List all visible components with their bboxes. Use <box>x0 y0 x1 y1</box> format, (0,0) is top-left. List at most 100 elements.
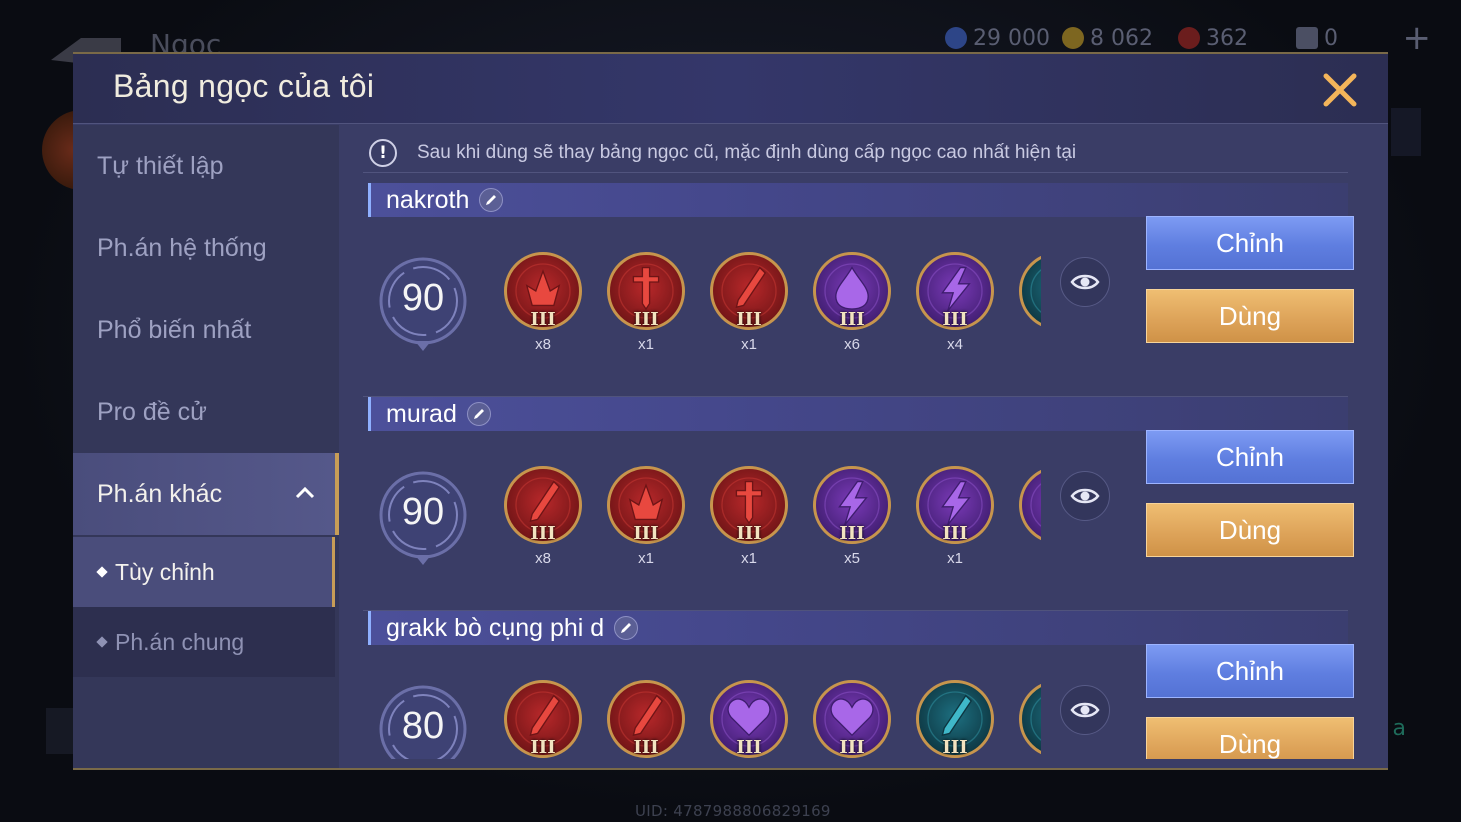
gem-tier: III <box>530 309 556 330</box>
preview-button[interactable] <box>1060 471 1110 521</box>
preview-button[interactable] <box>1060 257 1110 307</box>
edit-preset-button[interactable]: Chỉnh <box>1146 216 1354 270</box>
gem-count: x6 <box>844 336 860 353</box>
rune-gem-red[interactable]: III x1 <box>709 465 791 575</box>
gem-count: x1 <box>638 336 654 353</box>
modal-title: Bảng ngọc của tôi <box>113 68 375 104</box>
sidebar-subitem-custom[interactable]: Tùy chỉnh <box>73 537 335 607</box>
rune-level-value: 80 <box>401 705 445 747</box>
rune-gem-purple[interactable]: III x5 <box>812 465 894 575</box>
gem-tier: III <box>839 309 865 330</box>
blade-rune-icon <box>1019 680 1041 758</box>
resource-value: 362 <box>1206 25 1248 51</box>
rune-gem-purple[interactable]: III <box>709 679 791 759</box>
rune-gem-purple[interactable]: III <box>812 679 894 759</box>
edit-name-button[interactable] <box>479 188 504 212</box>
close-button[interactable] <box>1318 68 1362 112</box>
gem-tier: III <box>530 523 556 544</box>
sidebar-item-label: Ph.án hệ thống <box>97 233 267 262</box>
blue-coin-icon <box>945 27 967 49</box>
rune-gem-red[interactable]: III x1 <box>606 465 688 575</box>
rune-gem-purple[interactable]: III x4 <box>915 251 997 361</box>
rune-gem-teal[interactable]: III <box>915 679 997 759</box>
rune-level-badge: 90 <box>375 469 471 569</box>
sidebar: Tự thiết lập Ph.án hệ thống Phổ biến nhấ… <box>73 125 339 768</box>
gem-tier: III <box>942 523 968 544</box>
gem-count: x5 <box>844 550 860 567</box>
edit-preset-button[interactable]: Chỉnh <box>1146 644 1354 698</box>
use-preset-button[interactable]: Dùng <box>1146 289 1354 343</box>
pencil-icon <box>473 409 484 419</box>
rune-gem-red[interactable]: III <box>503 679 585 759</box>
rune-gem-red[interactable]: III <box>606 679 688 759</box>
bullet-icon <box>96 636 108 648</box>
preset-name: murad <box>386 399 457 428</box>
info-icon: ! <box>369 138 397 167</box>
gem-count: x1 <box>741 336 757 353</box>
sidebar-item-other-plans[interactable]: Ph.án khác <box>73 453 339 535</box>
gem-count: x1 <box>947 550 963 567</box>
rune-level-badge: 80 <box>375 683 471 759</box>
rune-preset: murad 90 III x8 III x1 III x1 III x5 III… <box>363 397 1363 611</box>
gold-coin-icon <box>1062 27 1084 49</box>
resource-value: 29 000 <box>973 25 1050 51</box>
add-icon[interactable]: + <box>1403 18 1432 58</box>
rune-preset: nakroth 90 III x8 III x1 III x1 III x6 I… <box>363 183 1363 397</box>
rune-level-badge: 90 <box>375 255 471 355</box>
rune-gem-row[interactable]: III x8 III x1 <box>503 251 1041 361</box>
resource-blue-coin: 29 000 <box>945 24 1050 52</box>
rune-gem-row[interactable]: III x8 III x1 <box>503 465 1041 575</box>
use-preset-button[interactable]: Dùng <box>1146 503 1354 557</box>
sidebar-item-most-popular[interactable]: Phổ biến nhất <box>73 289 339 371</box>
preset-name: grakk bò cụng phi d <box>386 613 605 642</box>
rune-gem-row[interactable]: III III III III III <box>503 679 1041 759</box>
gem-tier: III <box>633 737 659 758</box>
eye-icon <box>1070 702 1100 718</box>
preview-button[interactable] <box>1060 685 1110 735</box>
gem-tier: III <box>839 523 865 544</box>
preset-name: nakroth <box>386 185 470 214</box>
close-icon <box>1323 73 1357 107</box>
sidebar-item-custom-setup[interactable]: Tự thiết lập <box>73 125 339 207</box>
notice-bar: ! Sau khi dùng sẽ thay bảng ngọc cũ, mặc… <box>363 133 1348 173</box>
rune-gem-red[interactable]: III x1 <box>606 251 688 361</box>
red-gem-icon <box>1178 27 1200 49</box>
rune-gem-teal[interactable] <box>1018 679 1041 759</box>
rune-gem-purple[interactable]: III x1 <box>915 465 997 575</box>
sidebar-subitem-label: Ph.án chung <box>115 628 245 655</box>
preset-header: grakk bò cụng phi d <box>368 611 1348 645</box>
background-panel <box>1391 108 1421 156</box>
rune-level-value: 90 <box>401 491 445 533</box>
rune-gem-red[interactable]: III x8 <box>503 465 585 575</box>
edit-name-button[interactable] <box>614 616 639 640</box>
sidebar-item-pro-recommend[interactable]: Pro đề cử <box>73 371 339 453</box>
rune-gem-purple[interactable]: III x6 <box>812 251 894 361</box>
eye-icon <box>1070 488 1100 504</box>
rune-gem-purple[interactable] <box>1018 465 1041 575</box>
bolt-rune-icon <box>1019 466 1041 544</box>
gem-count: x1 <box>741 550 757 567</box>
preset-header: nakroth <box>368 183 1348 217</box>
resource-value: 0 <box>1324 25 1338 51</box>
rune-page-modal: Bảng ngọc của tôi Tự thiết lập Ph.án hệ … <box>73 52 1388 770</box>
edit-preset-button[interactable]: Chỉnh <box>1146 430 1354 484</box>
use-preset-button[interactable]: Dùng <box>1146 717 1354 759</box>
rune-gem-red[interactable]: III x1 <box>709 251 791 361</box>
preset-list[interactable]: ! Sau khi dùng sẽ thay bảng ngọc cũ, mặc… <box>363 125 1363 759</box>
gem-tier: III <box>942 309 968 330</box>
rune-gem-red[interactable]: III x8 <box>503 251 585 361</box>
notice-text: Sau khi dùng sẽ thay bảng ngọc cũ, mặc đ… <box>417 141 1077 163</box>
gem-count: x8 <box>535 336 551 353</box>
background-text: a <box>1392 716 1406 741</box>
resource-red-gem: 362 <box>1178 24 1248 52</box>
resource-ticket: 0 <box>1296 24 1338 52</box>
gem-tier: III <box>736 523 762 544</box>
sidebar-subitem-label: Tùy chỉnh <box>115 558 215 585</box>
gem-tier: III <box>633 309 659 330</box>
rune-gem-teal[interactable] <box>1018 251 1041 361</box>
sidebar-item-system-plan[interactable]: Ph.án hệ thống <box>73 207 339 289</box>
ticket-icon <box>1296 27 1318 49</box>
sidebar-subitem-shared[interactable]: Ph.án chung <box>73 607 335 677</box>
edit-name-button[interactable] <box>466 402 491 426</box>
sidebar-item-label: Tự thiết lập <box>97 151 224 180</box>
